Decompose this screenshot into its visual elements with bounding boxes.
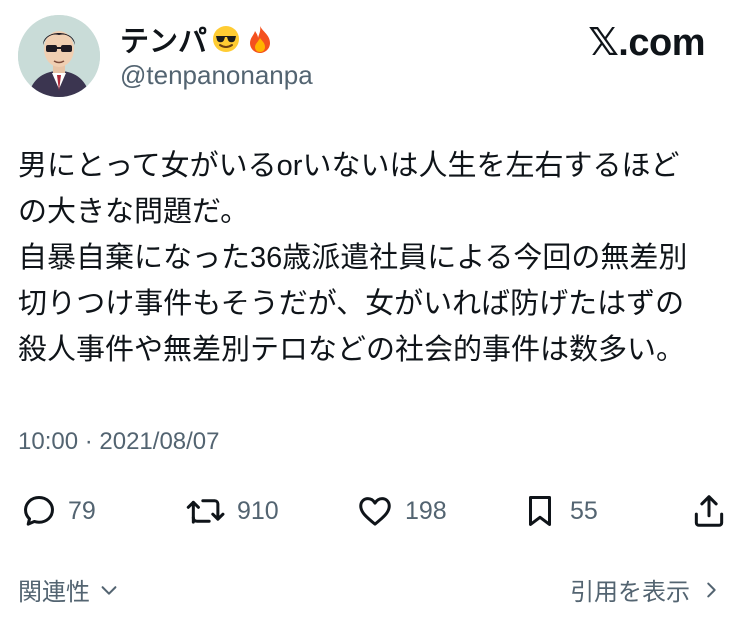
bookmark-icon (528, 496, 552, 526)
illustrated-man-avatar-icon (18, 15, 100, 97)
action-bar: 79 910 198 55 (0, 490, 750, 534)
tweet-card: テンパ @tenpanonanpa 𝕏.com 男にとって女がいるorいないは人… (0, 0, 750, 637)
reply-bubble-icon (24, 496, 54, 526)
tweet-text: 男にとって女がいるorいないは人生を左右するほど の大きな問題だ。 自暴自棄にな… (18, 143, 730, 373)
heart-icon (359, 497, 391, 526)
fire-icon (245, 24, 275, 54)
tweet-line: 切りつけ事件もそうだが、女がいれば防げたはずの (18, 288, 685, 320)
retweet-count: 910 (237, 496, 279, 525)
tweet-line: の大きな問題だ。 (18, 196, 250, 228)
bookmark-button[interactable]: 55 (520, 492, 598, 530)
reply-button[interactable]: 79 (20, 492, 96, 530)
retweet-button[interactable]: 910 (185, 492, 279, 530)
smiling-face-with-sunglasses-icon (211, 24, 241, 54)
view-quotes-link[interactable]: 引用を表示 (570, 572, 722, 607)
chevron-right-icon (707, 582, 716, 597)
share-icon (694, 495, 724, 527)
tweet-line: 自暴自棄になった36歳派遣社員による今回の無差別 (18, 242, 688, 274)
display-name[interactable]: テンパ (120, 18, 207, 60)
quote-label: 引用を表示 (570, 579, 690, 606)
x-logo[interactable]: 𝕏.com (588, 20, 705, 65)
reply-count: 79 (68, 496, 96, 525)
display-name-row[interactable]: テンパ (120, 18, 275, 60)
retweet-icon (186, 499, 225, 524)
tweet-footer: 関連性 引用を表示 (0, 572, 750, 612)
chevron-down-icon (101, 585, 117, 595)
user-handle[interactable]: @tenpanonanpa (120, 60, 313, 91)
like-count: 198 (405, 496, 447, 525)
like-button[interactable]: 198 (355, 492, 447, 530)
tweet-line: 殺人事件や無差別テロなどの社会的事件は数多い。 (18, 334, 686, 366)
related-toggle[interactable]: 関連性 (18, 572, 120, 607)
share-button[interactable] (690, 492, 728, 530)
tweet-line: 男にとって女がいるorいないは人生を左右するほど (18, 150, 680, 182)
bookmark-count: 55 (570, 496, 598, 525)
related-label: 関連性 (18, 579, 90, 606)
tweet-timestamp[interactable]: 10:00 · 2021/08/07 (18, 428, 220, 456)
avatar[interactable] (18, 15, 100, 97)
